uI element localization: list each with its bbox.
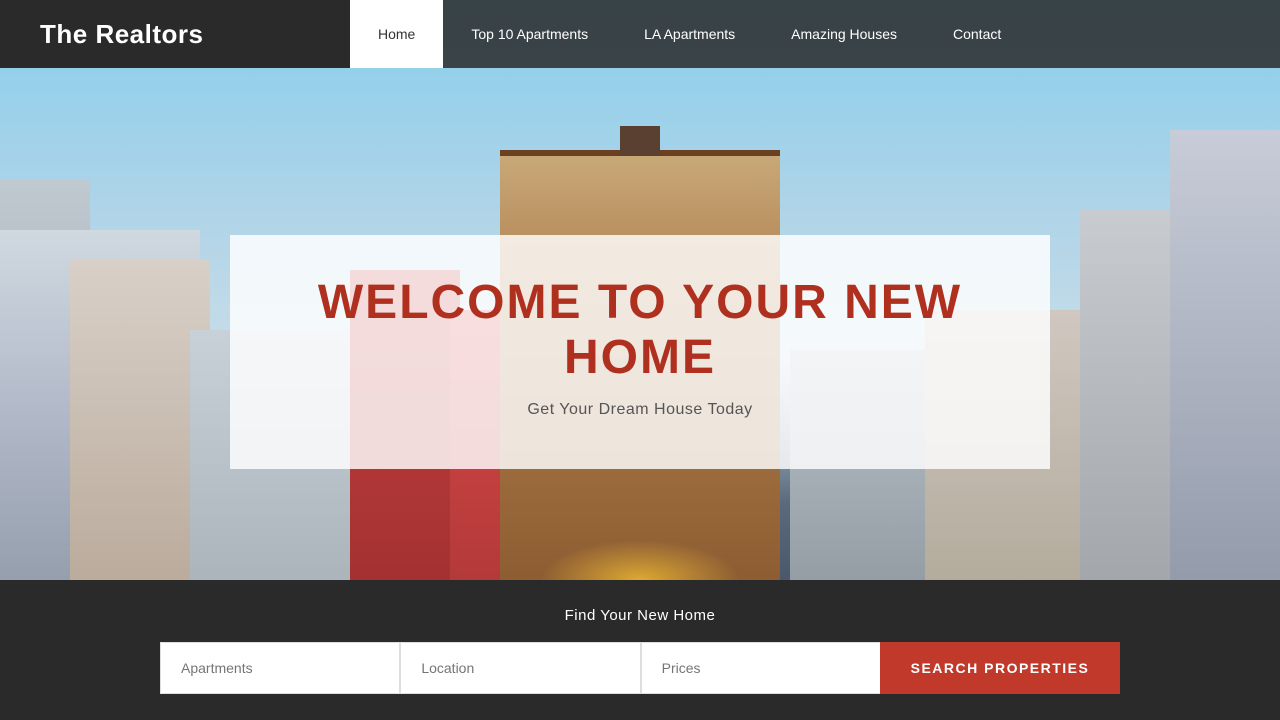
brand-name: The Realtors [40, 19, 204, 50]
nav-amazing-houses[interactable]: Amazing Houses [763, 0, 925, 68]
location-input[interactable] [400, 642, 640, 694]
hero-subtitle: Get Your Dream House Today [290, 401, 990, 419]
navbar-links: Home Top 10 Apartments LA Apartments Ama… [350, 0, 1280, 68]
building-far-right [1170, 130, 1280, 610]
nav-top10[interactable]: Top 10 Apartments [443, 0, 616, 68]
nav-home[interactable]: Home [350, 0, 443, 68]
navbar-brand: The Realtors [0, 0, 350, 68]
building-left-3 [70, 260, 210, 610]
navbar: The Realtors Home Top 10 Apartments LA A… [0, 0, 1280, 68]
search-bar: SEARCH PROPERTIES [160, 642, 1120, 694]
search-section: Find Your New Home SEARCH PROPERTIES [0, 580, 1280, 720]
hero-title: WELCOME TO YOUR NEW HOME [290, 275, 990, 385]
hero-overlay: WELCOME TO YOUR NEW HOME Get Your Dream … [230, 235, 1050, 469]
search-properties-button[interactable]: SEARCH PROPERTIES [880, 642, 1120, 694]
apartments-input[interactable] [160, 642, 400, 694]
search-label: Find Your New Home [565, 607, 716, 624]
nav-contact[interactable]: Contact [925, 0, 1029, 68]
prices-input[interactable] [641, 642, 880, 694]
building-center-top [620, 126, 660, 156]
nav-la-apartments[interactable]: LA Apartments [616, 0, 763, 68]
hero-section: WELCOME TO YOUR NEW HOME Get Your Dream … [0, 0, 1280, 720]
